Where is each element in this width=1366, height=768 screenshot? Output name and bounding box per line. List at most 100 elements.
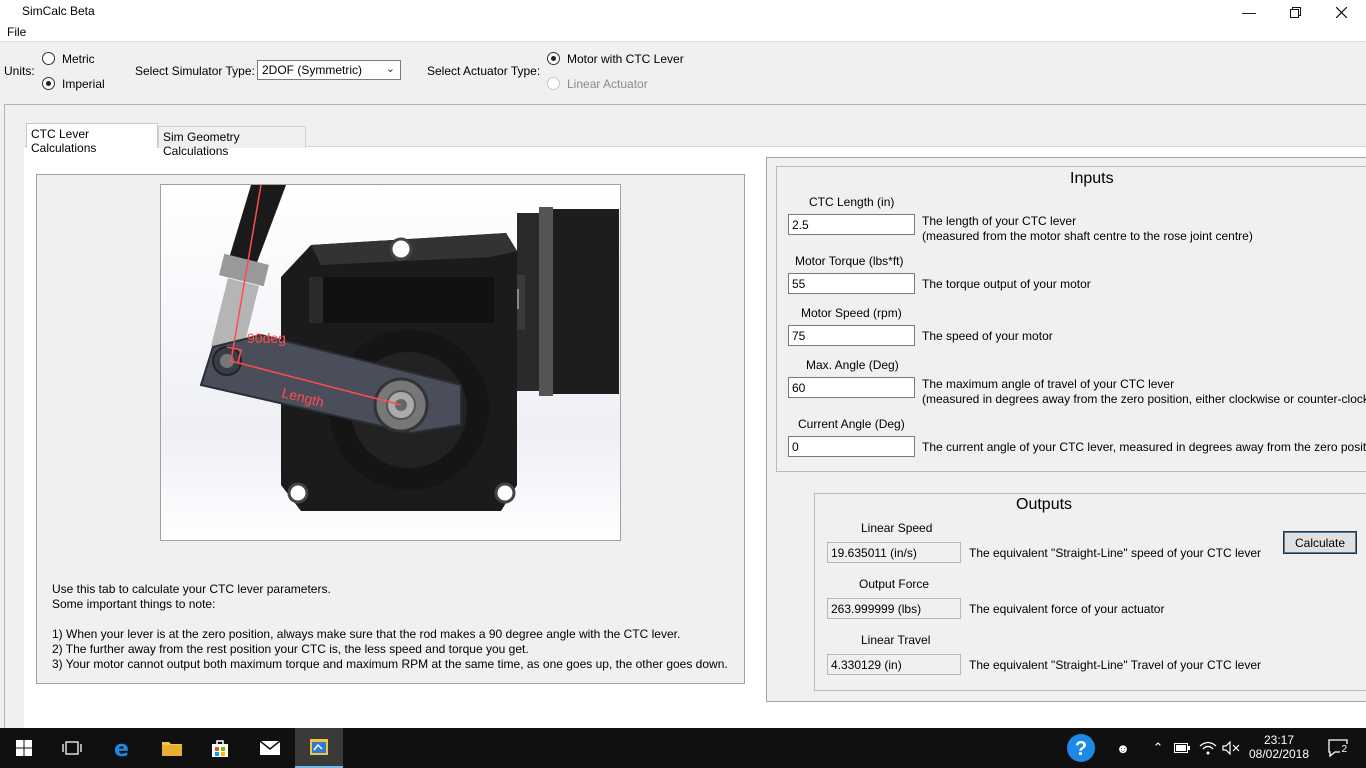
wifi-icon bbox=[1199, 741, 1217, 755]
motor-speed-description: The speed of your motor bbox=[922, 329, 1053, 343]
output-force-label: Output Force bbox=[859, 577, 930, 591]
linear-speed-description: The equivalent "Straight-Line" speed of … bbox=[969, 546, 1262, 560]
clock[interactable]: 23:17 08/02/2018 bbox=[1244, 733, 1314, 761]
people-icon: ☻ bbox=[1116, 740, 1130, 756]
wifi-button[interactable] bbox=[1197, 728, 1219, 768]
menu-bar: File bbox=[0, 24, 1366, 42]
motor-torque-input[interactable]: 55 bbox=[788, 273, 915, 294]
ctc-lever-diagram: 90deg Length bbox=[160, 184, 621, 541]
linear-speed-output: 19.635011 (in/s) bbox=[827, 542, 961, 563]
current-angle-label: Current Angle (Deg) bbox=[798, 417, 905, 431]
output-force-output: 263.999999 (lbs) bbox=[827, 598, 961, 619]
linear-actuator-label[interactable]: Linear Actuator bbox=[567, 77, 648, 91]
store-icon bbox=[212, 740, 228, 757]
tab-sim-geometry[interactable]: Sim Geometry Calculations bbox=[158, 126, 306, 158]
volume-button[interactable] bbox=[1220, 728, 1242, 768]
note-3: 3) Your motor cannot output both maximum… bbox=[52, 657, 728, 671]
close-button[interactable] bbox=[1318, 0, 1364, 24]
edge-icon: e bbox=[114, 737, 129, 759]
menu-file[interactable]: File bbox=[7, 25, 26, 39]
battery-button[interactable] bbox=[1172, 728, 1192, 768]
clock-time: 23:17 bbox=[1263, 733, 1295, 747]
simcalc-app-icon bbox=[310, 739, 328, 755]
edge-button[interactable]: e bbox=[99, 728, 147, 768]
close-icon bbox=[1335, 6, 1347, 18]
angle-annotation: 90deg bbox=[247, 330, 286, 346]
people-button[interactable]: ☻ bbox=[1108, 728, 1138, 768]
ctc-length-description: The length of your CTC lever (measured f… bbox=[922, 214, 1253, 244]
motor-lever-illustration: 90deg Length bbox=[161, 185, 620, 540]
current-angle-description: The current angle of your CTC lever, mea… bbox=[922, 440, 1366, 454]
clock-date: 08/02/2018 bbox=[1248, 747, 1310, 761]
motor-ctc-label[interactable]: Motor with CTC Lever bbox=[567, 52, 684, 66]
show-hidden-icons-button[interactable]: ⌃ bbox=[1148, 728, 1168, 768]
task-view-button[interactable] bbox=[48, 728, 96, 768]
instructions-line-1: Use this tab to calculate your CTC lever… bbox=[52, 582, 331, 596]
restore-button[interactable] bbox=[1272, 0, 1318, 24]
volume-muted-icon bbox=[1222, 741, 1240, 755]
note-1: 1) When your lever is at the zero positi… bbox=[52, 627, 681, 641]
metric-radio[interactable] bbox=[42, 52, 55, 65]
simcalc-taskbar-button[interactable] bbox=[295, 728, 343, 768]
linear-travel-output: 4.330129 (in) bbox=[827, 654, 961, 675]
max-angle-desc-2: (measured in degrees away from the zero … bbox=[922, 392, 1366, 406]
action-center-button[interactable]: 2 bbox=[1318, 728, 1358, 768]
title-bar: SimCalc Beta — bbox=[0, 0, 1366, 24]
metric-label[interactable]: Metric bbox=[62, 52, 95, 66]
tab-ctc-lever[interactable]: CTC Lever Calculations bbox=[26, 123, 158, 155]
folder-icon bbox=[162, 742, 182, 756]
minimize-icon: — bbox=[1242, 4, 1256, 20]
options-toolbar: Units: Metric Imperial Select Simulator … bbox=[0, 43, 1366, 98]
ctc-length-label: CTC Length (in) bbox=[809, 195, 895, 209]
max-angle-label: Max. Angle (Deg) bbox=[806, 358, 899, 372]
mail-button[interactable] bbox=[246, 728, 294, 768]
help-icon: ? bbox=[1067, 734, 1095, 762]
help-button[interactable]: ? bbox=[1064, 728, 1098, 768]
output-force-description: The equivalent force of your actuator bbox=[969, 602, 1165, 616]
instructions-text: Use this tab to calculate your CTC lever… bbox=[52, 582, 728, 672]
imperial-label[interactable]: Imperial bbox=[62, 77, 105, 91]
linear-actuator-radio[interactable] bbox=[547, 77, 560, 90]
task-view-icon bbox=[62, 741, 82, 755]
note-2: 2) The further away from the rest positi… bbox=[52, 642, 529, 656]
store-button[interactable] bbox=[196, 728, 244, 768]
battery-icon bbox=[1174, 743, 1190, 753]
calculate-button[interactable]: Calculate bbox=[1283, 531, 1357, 554]
svg-text:?: ? bbox=[1075, 738, 1087, 760]
inputs-title: Inputs bbox=[1070, 170, 1114, 187]
current-angle-input[interactable]: 0 bbox=[788, 436, 915, 457]
start-button[interactable] bbox=[0, 728, 48, 768]
max-angle-input[interactable]: 60 bbox=[788, 377, 915, 398]
sim-type-select[interactable]: 2DOF (Symmetric) ⌄ bbox=[257, 60, 401, 80]
notification-count: 2 bbox=[1340, 744, 1348, 755]
sim-type-value: 2DOF (Symmetric) bbox=[262, 63, 362, 77]
actuator-type-label: Select Actuator Type: bbox=[427, 64, 541, 78]
max-angle-description: The maximum angle of travel of your CTC … bbox=[922, 377, 1366, 407]
mail-icon bbox=[259, 740, 281, 755]
motor-torque-label: Motor Torque (lbs*ft) bbox=[795, 254, 904, 268]
restore-icon bbox=[1289, 6, 1301, 18]
instructions-line-2: Some important things to note: bbox=[52, 597, 216, 611]
svg-text:e: e bbox=[114, 737, 129, 759]
linear-travel-description: The equivalent "Straight-Line" Travel of… bbox=[969, 658, 1261, 672]
windows-icon bbox=[16, 740, 32, 756]
chevron-up-icon: ⌃ bbox=[1152, 740, 1164, 755]
ctc-length-input[interactable]: 2.5 bbox=[788, 214, 915, 235]
linear-travel-label: Linear Travel bbox=[861, 633, 931, 647]
ctc-length-desc-1: The length of your CTC lever bbox=[922, 214, 1077, 228]
window-title: SimCalc Beta bbox=[22, 4, 95, 18]
chevron-down-icon: ⌄ bbox=[385, 63, 395, 75]
minimize-button[interactable]: — bbox=[1226, 0, 1272, 24]
max-angle-desc-1: The maximum angle of travel of your CTC … bbox=[922, 377, 1175, 391]
sim-type-label: Select Simulator Type: bbox=[135, 64, 255, 78]
taskbar: e ? ☻ ⌃ 23:17 08/02/2018 2 bbox=[0, 728, 1366, 768]
outputs-title: Outputs bbox=[1016, 496, 1073, 513]
linear-speed-label: Linear Speed bbox=[861, 521, 933, 535]
motor-ctc-radio[interactable] bbox=[547, 52, 560, 65]
units-label: Units: bbox=[4, 64, 35, 78]
file-explorer-button[interactable] bbox=[148, 728, 196, 768]
motor-speed-input[interactable]: 75 bbox=[788, 325, 915, 346]
imperial-radio[interactable] bbox=[42, 77, 55, 90]
motor-speed-label: Motor Speed (rpm) bbox=[801, 306, 902, 320]
ctc-length-desc-2: (measured from the motor shaft centre to… bbox=[922, 229, 1253, 243]
